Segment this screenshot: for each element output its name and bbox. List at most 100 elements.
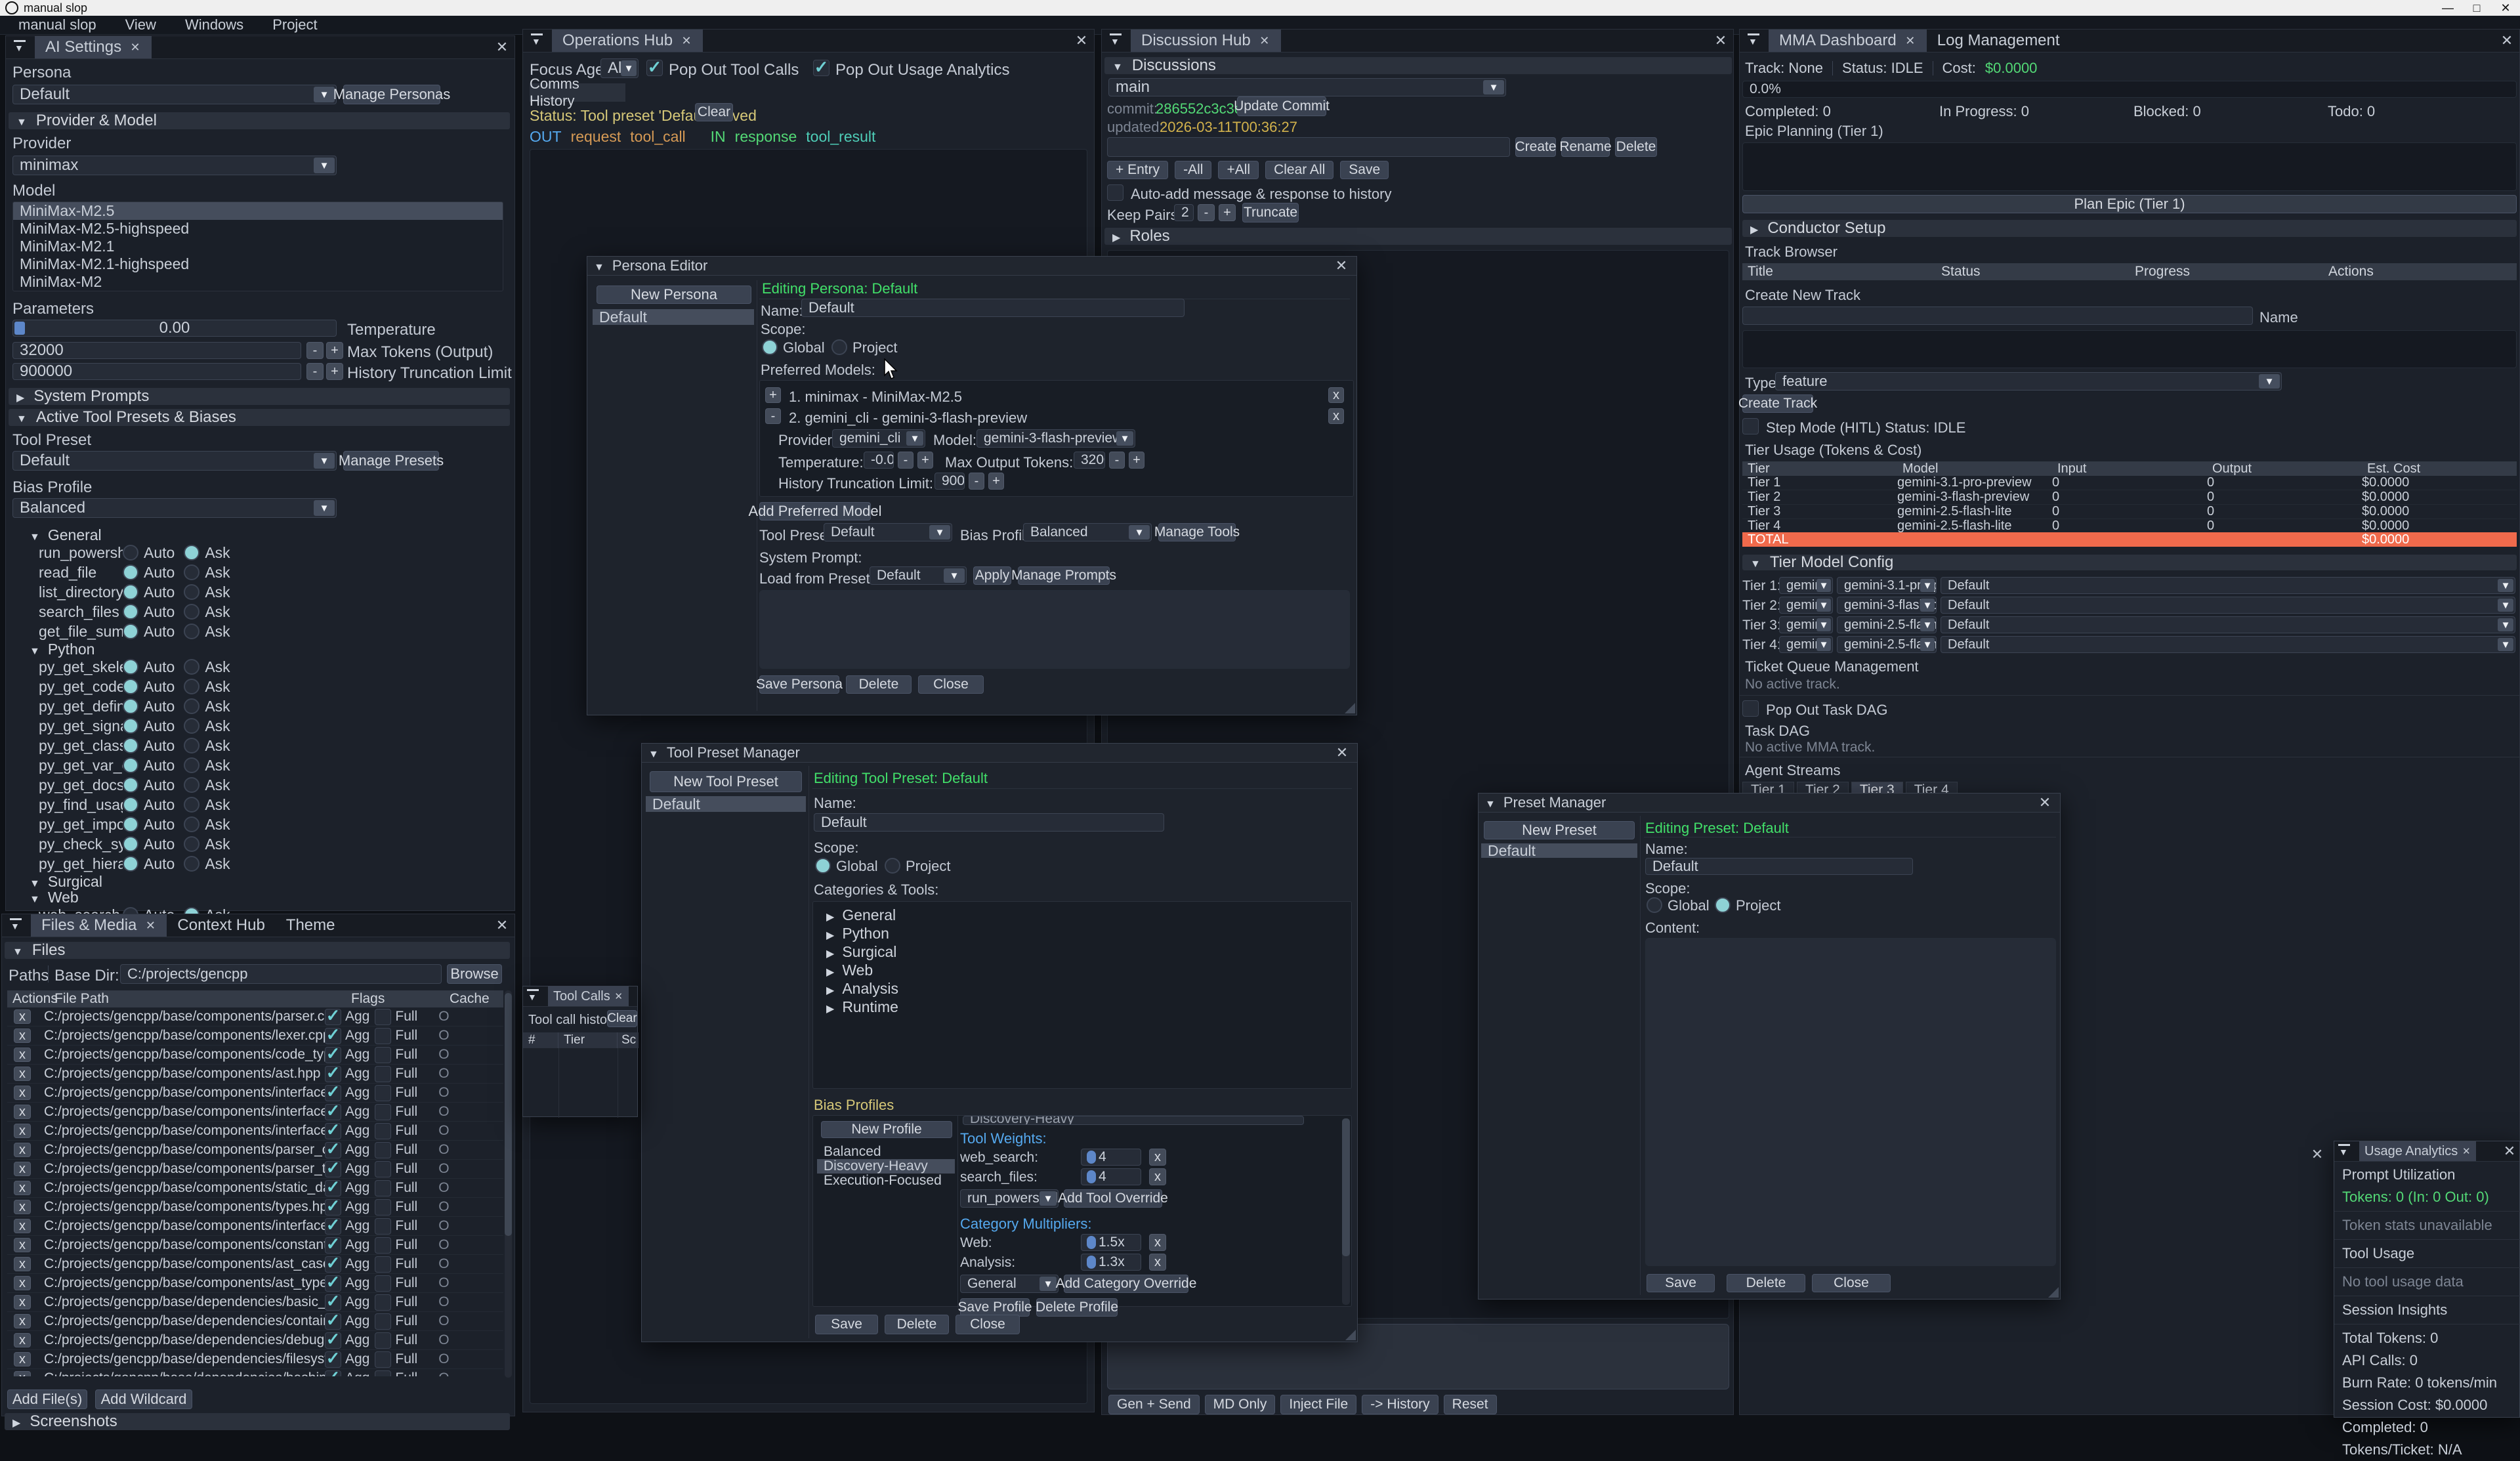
agg-checkbox[interactable]: [325, 1275, 341, 1292]
remove-multiplier-button[interactable]: x: [1149, 1254, 1166, 1271]
dialog-close-icon[interactable]: [2036, 794, 2053, 811]
ask-radio[interactable]: [184, 777, 200, 793]
agg-checkbox[interactable]: [325, 1256, 341, 1273]
remove-file-button[interactable]: x: [14, 1028, 31, 1043]
temp-plus-button[interactable]: +: [917, 452, 933, 469]
history-limit-minus-button[interactable]: -: [306, 363, 324, 380]
agg-checkbox[interactable]: [325, 1313, 341, 1330]
ask-radio[interactable]: [184, 797, 200, 813]
persona-editor-titlebar[interactable]: Persona Editor: [587, 257, 1356, 276]
conductor-setup-header[interactable]: Conductor Setup: [1742, 220, 2517, 237]
remove-file-button[interactable]: x: [14, 1009, 31, 1024]
clear-status-button[interactable]: Clear: [695, 103, 733, 121]
screenshots-header[interactable]: Screenshots: [5, 1413, 510, 1430]
full-checkbox[interactable]: [375, 1218, 391, 1235]
keep-pairs-input[interactable]: 2: [1174, 204, 1194, 221]
scope-global-radio[interactable]: [762, 339, 778, 355]
provider-select[interactable]: minimax: [12, 156, 337, 175]
remove-model-1-button[interactable]: x: [1328, 387, 1344, 403]
keep-pairs-plus-button[interactable]: +: [1219, 204, 1236, 221]
remove-file-button[interactable]: x: [14, 1352, 31, 1366]
discussions-header[interactable]: Discussions: [1104, 57, 1732, 74]
auto-radio[interactable]: [123, 679, 138, 694]
system-prompt-textarea[interactable]: [759, 590, 1350, 669]
agg-checkbox[interactable]: [325, 1009, 341, 1025]
slider-handle[interactable]: [14, 322, 25, 335]
preset-name-input[interactable]: Default: [1645, 858, 1913, 875]
preset-list-item[interactable]: Default: [1481, 843, 1637, 858]
discussion-action-button[interactable]: MD Only: [1205, 1395, 1276, 1414]
update-commit-button[interactable]: Update Commit: [1237, 96, 1326, 116]
full-checkbox[interactable]: [375, 1142, 391, 1158]
discussion-action-button[interactable]: -> History: [1362, 1395, 1438, 1414]
panel-close-icon[interactable]: [2498, 32, 2515, 49]
delete-persona-button[interactable]: Delete: [846, 675, 912, 694]
new-preset-button[interactable]: New Preset: [1484, 821, 1635, 839]
category-python[interactable]: Python: [12, 641, 503, 657]
agg-checkbox[interactable]: [325, 1085, 341, 1101]
dock-icon[interactable]: [12, 41, 30, 53]
discussion-action-button[interactable]: Reset: [1444, 1395, 1497, 1414]
remove-file-button[interactable]: x: [14, 1181, 31, 1195]
remove-file-button[interactable]: x: [14, 1124, 31, 1138]
tab-close-icon[interactable]: [144, 917, 156, 934]
tier-model-select[interactable]: gemini-3.1-pro-p: [1837, 577, 1937, 594]
bias-profile-list-item[interactable]: Discovery-Heavy: [817, 1159, 955, 1174]
persona-name-input[interactable]: Default: [801, 299, 1185, 317]
remove-file-button[interactable]: x: [14, 1314, 31, 1328]
keep-pairs-minus-button[interactable]: -: [1198, 204, 1215, 221]
agg-checkbox[interactable]: [325, 1332, 341, 1349]
manage-prompts-button[interactable]: Manage Prompts: [1018, 566, 1110, 585]
window-close-icon[interactable]: [2501, 1143, 2518, 1160]
tool-preset-select[interactable]: Default: [824, 523, 952, 541]
comms-history-tab[interactable]: Comms History: [530, 83, 625, 102]
agg-checkbox[interactable]: [325, 1294, 341, 1311]
category-general[interactable]: General: [12, 527, 503, 543]
category-item[interactable]: Analysis: [813, 979, 1351, 998]
tier-provider-select[interactable]: gemini: [1779, 597, 1833, 614]
bias-scrollbar[interactable]: [1342, 1118, 1350, 1305]
manage-tools-button[interactable]: Manage Tools: [1158, 523, 1236, 541]
delete-button[interactable]: Delete: [885, 1315, 949, 1334]
panel-close-icon[interactable]: [494, 39, 511, 56]
auto-radio[interactable]: [123, 564, 138, 580]
tab-close-icon[interactable]: [2462, 1143, 2471, 1160]
clear-tool-calls-button[interactable]: Clear: [607, 1010, 637, 1027]
category-item[interactable]: Web: [813, 961, 1351, 979]
model-list-item[interactable]: MiniMax-M2.5-highspeed: [13, 220, 503, 238]
tier-preset-select[interactable]: Default: [1941, 636, 2515, 653]
remove-file-button[interactable]: x: [14, 1371, 31, 1376]
dock-icon[interactable]: [530, 35, 547, 47]
tool-preset-select[interactable]: Default: [12, 451, 337, 471]
dock-icon[interactable]: [1746, 35, 1763, 47]
new-profile-button[interactable]: New Profile: [821, 1121, 952, 1138]
tier-preset-select[interactable]: Default: [1941, 577, 2515, 594]
agg-checkbox[interactable]: [325, 1066, 341, 1082]
full-checkbox[interactable]: [375, 1237, 391, 1254]
scope-project-radio[interactable]: [831, 339, 847, 355]
auto-radio[interactable]: [123, 718, 138, 734]
active-tool-presets-header[interactable]: Active Tool Presets & Biases: [9, 409, 510, 426]
ask-radio[interactable]: [184, 856, 200, 872]
remove-file-button[interactable]: x: [14, 1295, 31, 1309]
remove-weight-button[interactable]: x: [1149, 1149, 1166, 1166]
menu-item[interactable]: Project: [272, 16, 317, 33]
remove-weight-button[interactable]: x: [1149, 1168, 1166, 1185]
file-table-scrollbar[interactable]: [505, 990, 512, 1378]
delete-profile-button[interactable]: Delete Profile: [1036, 1298, 1118, 1317]
full-checkbox[interactable]: [375, 1066, 391, 1082]
full-checkbox[interactable]: [375, 1180, 391, 1196]
remove-file-button[interactable]: x: [14, 1333, 31, 1347]
move-up-button[interactable]: +: [765, 387, 781, 403]
pop-out-tool-calls-checkbox[interactable]: [646, 60, 663, 76]
close-dialog-button[interactable]: Close: [918, 675, 984, 694]
category-item[interactable]: Python: [813, 924, 1351, 942]
tab-mma-dashboard[interactable]: MMA Dashboard: [1769, 30, 1927, 52]
menu-item[interactable]: Windows: [185, 16, 243, 33]
full-checkbox[interactable]: [375, 1370, 391, 1377]
tpm-titlebar[interactable]: Tool Preset Manager: [642, 744, 1357, 763]
temperature-input[interactable]: -0.0: [864, 452, 894, 469]
tool-weight-slider[interactable]: 4: [1081, 1168, 1141, 1185]
remove-file-button[interactable]: x: [14, 1276, 31, 1290]
files-section-header[interactable]: Files: [5, 942, 510, 959]
